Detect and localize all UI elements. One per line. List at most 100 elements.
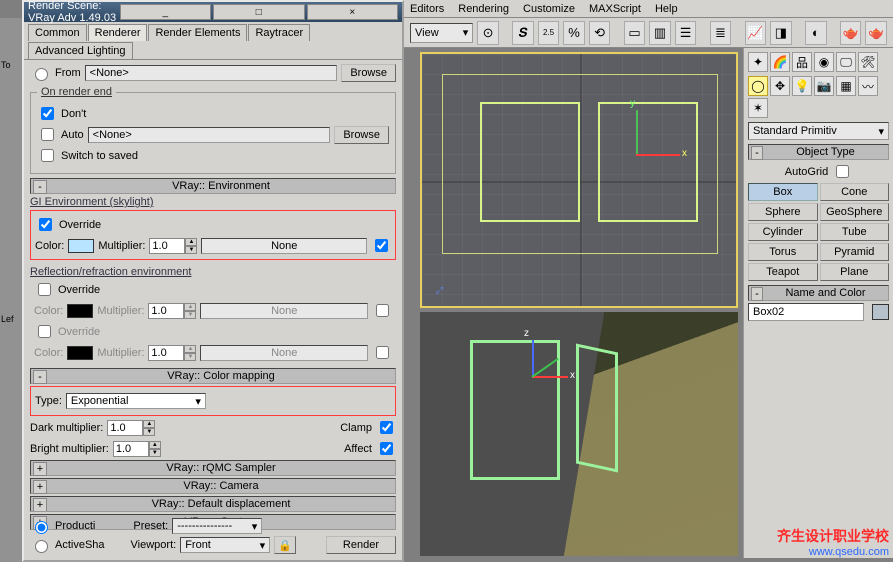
dont-checkbox[interactable] (41, 107, 54, 120)
object-color-swatch[interactable] (872, 304, 889, 320)
display-tab-icon[interactable]: 🖵 (836, 52, 856, 72)
viewport-perspective[interactable]: x z (420, 312, 738, 556)
rr2-map-slot[interactable]: None (200, 345, 368, 361)
auto-checkbox[interactable] (41, 128, 54, 141)
curve-editor-icon[interactable]: 📈 (745, 21, 767, 45)
preset-dropdown[interactable]: ---------------▾ (172, 518, 262, 534)
systems-cat-icon[interactable]: ✶ (748, 98, 768, 118)
geometry-cat-icon[interactable]: ◯ (748, 76, 768, 96)
shapes-cat-icon[interactable]: ✥ (770, 76, 790, 96)
percent-snap-icon[interactable]: % (563, 21, 585, 45)
rr-map-on-checkbox[interactable] (376, 304, 389, 317)
subcategory-dropdown[interactable]: Standard Primitiv▾ (748, 122, 889, 140)
rollout-environment-header[interactable]: -VRay:: Environment (30, 178, 396, 194)
rollout-rqmc[interactable]: +VRay:: rQMC Sampler (30, 460, 396, 476)
prim-pyramid-button[interactable]: Pyramid (820, 243, 890, 261)
affect-checkbox[interactable] (380, 442, 393, 455)
lights-cat-icon[interactable]: 💡 (792, 76, 812, 96)
spin-down-icon[interactable]: ▼ (184, 353, 196, 361)
viewport-dropdown[interactable]: Front▾ (180, 537, 270, 553)
from-radio[interactable] (35, 68, 48, 81)
prim-cone-button[interactable]: Cone (820, 183, 890, 201)
pivot-center-icon[interactable]: ⊙ (477, 21, 499, 45)
spin-down-icon[interactable]: ▼ (184, 311, 196, 319)
tab-render-elements[interactable]: Render Elements (148, 24, 247, 41)
rr-mult-input[interactable] (148, 303, 184, 319)
production-radio[interactable] (35, 521, 48, 534)
autogrid-checkbox[interactable] (836, 165, 849, 178)
auto-browse-button[interactable]: Browse (334, 126, 389, 144)
gi-mult-input[interactable] (149, 238, 185, 254)
align-icon[interactable]: ☰ (675, 21, 697, 45)
rollout-object-type[interactable]: -Object Type (748, 144, 889, 160)
menu-rendering[interactable]: Rendering (458, 3, 509, 15)
rr-override-checkbox[interactable] (38, 283, 51, 296)
tab-advanced-lighting[interactable]: Advanced Lighting (28, 42, 133, 59)
bright-mult-input[interactable] (113, 441, 149, 457)
rollout-camera[interactable]: +VRay:: Camera (30, 478, 396, 494)
menu-customize[interactable]: Customize (523, 3, 575, 15)
spin-up-icon[interactable]: ▲ (149, 441, 161, 449)
switch-checkbox[interactable] (41, 149, 54, 162)
clamp-checkbox[interactable] (380, 421, 393, 434)
tab-renderer[interactable]: Renderer (88, 24, 148, 41)
rr-map-slot[interactable]: None (200, 303, 368, 319)
modify-tab-icon[interactable]: 🌈 (770, 52, 790, 72)
spin-down-icon[interactable]: ▼ (143, 428, 155, 436)
prim-geosphere-button[interactable]: GeoSphere (820, 203, 890, 221)
create-tab-icon[interactable]: ✦ (748, 52, 768, 72)
hierarchy-tab-icon[interactable]: 品 (792, 52, 812, 72)
tab-raytracer[interactable]: Raytracer (248, 24, 310, 41)
spin-up-icon[interactable]: ▲ (143, 420, 155, 428)
cameras-cat-icon[interactable]: 📷 (814, 76, 834, 96)
prim-sphere-button[interactable]: Sphere (748, 203, 818, 221)
spacewarps-cat-icon[interactable]: 〰 (858, 76, 878, 96)
helpers-cat-icon[interactable]: ▦ (836, 76, 856, 96)
spin-up-icon[interactable]: ▲ (185, 238, 197, 246)
close-button[interactable]: × (307, 4, 399, 20)
reference-coord-dropdown[interactable]: View▾ (410, 23, 473, 43)
rollout-colormap-header[interactable]: -VRay:: Color mapping (30, 368, 396, 384)
rr2-override-checkbox[interactable] (38, 325, 51, 338)
spinner-snap-icon[interactable]: ⟲ (589, 21, 611, 45)
angle-snap-icon[interactable]: 2.5 (538, 21, 560, 45)
prim-cylinder-button[interactable]: Cylinder (748, 223, 818, 241)
rr2-mult-input[interactable] (148, 345, 184, 361)
spin-up-icon[interactable]: ▲ (184, 303, 196, 311)
gi-color-swatch[interactable] (68, 239, 94, 253)
snap-toggle-icon[interactable]: 𝑺 (512, 21, 534, 45)
dark-mult-input[interactable] (107, 420, 143, 436)
schematic-view-icon[interactable]: ◨ (770, 21, 792, 45)
from-browse-button[interactable]: Browse (341, 64, 396, 82)
rr-color-swatch[interactable] (67, 304, 93, 318)
layers-icon[interactable]: ≣ (710, 21, 732, 45)
gi-map-slot[interactable]: None (201, 238, 367, 254)
object-name-input[interactable]: Box02 (748, 303, 864, 321)
rr2-map-on-checkbox[interactable] (376, 346, 389, 359)
material-editor-icon[interactable]: ◐ (805, 21, 827, 45)
lock-view-button[interactable]: 🔒 (274, 536, 296, 554)
tab-common[interactable]: Common (28, 24, 87, 41)
activeshade-radio[interactable] (35, 540, 48, 553)
render-button[interactable]: Render (326, 536, 396, 554)
rollout-displacement[interactable]: +VRay:: Default displacement (30, 496, 396, 512)
utilities-tab-icon[interactable]: 🛠 (858, 52, 878, 72)
minimize-button[interactable]: _ (120, 4, 212, 20)
menu-editors[interactable]: Editors (410, 3, 444, 15)
menu-help[interactable]: Help (655, 3, 678, 15)
cmap-type-dropdown[interactable]: Exponential▾ (66, 393, 206, 409)
gi-override-checkbox[interactable] (39, 218, 52, 231)
prim-torus-button[interactable]: Torus (748, 243, 818, 261)
motion-tab-icon[interactable]: ◉ (814, 52, 834, 72)
rr2-color-swatch[interactable] (67, 346, 93, 360)
menu-maxscript[interactable]: MAXScript (589, 3, 641, 15)
prim-teapot-button[interactable]: Teapot (748, 263, 818, 281)
prim-tube-button[interactable]: Tube (820, 223, 890, 241)
maximize-button[interactable]: □ (213, 4, 305, 20)
gi-map-on-checkbox[interactable] (375, 239, 388, 252)
spin-down-icon[interactable]: ▼ (149, 449, 161, 457)
window-titlebar[interactable]: Render Scene: VRay Adv 1.49.03 _ □ × (24, 2, 402, 22)
viewport-top[interactable]: x y ⤢ (420, 52, 738, 308)
spin-up-icon[interactable]: ▲ (184, 345, 196, 353)
spin-down-icon[interactable]: ▼ (185, 246, 197, 254)
